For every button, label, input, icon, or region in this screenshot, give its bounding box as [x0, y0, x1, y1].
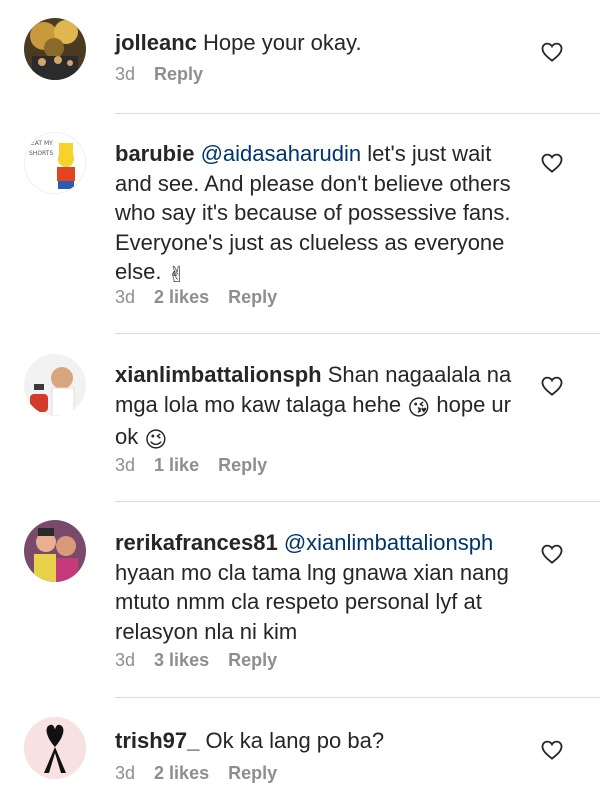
comment-meta: 3d Reply: [115, 64, 217, 85]
comment-text: barubie @aidasaharudin let's just wait a…: [115, 139, 520, 290]
victory-hand-emoji: ✌: [167, 262, 187, 287]
like-heart-icon[interactable]: [541, 740, 563, 760]
comment-username[interactable]: xianlimbattalionsph: [115, 362, 322, 387]
divider: [115, 333, 600, 334]
kiss-emoji: 😘: [407, 394, 431, 420]
like-heart-icon[interactable]: [541, 544, 563, 564]
comment-time: 3d: [115, 650, 136, 670]
cartoon-avatar-icon: EAT MY SHORTS: [25, 133, 85, 193]
reply-button[interactable]: Reply: [218, 455, 267, 475]
comment-username[interactable]: trish97_: [115, 728, 199, 753]
comment-text: rerikafrances81 @xianlimbattalionsph hya…: [115, 528, 520, 646]
like-heart-icon[interactable]: [541, 42, 563, 62]
comment-time: 3d: [115, 64, 136, 84]
like-heart-icon[interactable]: [541, 376, 563, 396]
comment-time: 3d: [115, 455, 136, 475]
svg-text:SHORTS: SHORTS: [29, 150, 53, 157]
avatar[interactable]: EAT MY SHORTS: [24, 132, 86, 194]
comment-meta: 3d 3 likes Reply: [115, 650, 291, 671]
comment-text: jolleanc Hope your okay.: [115, 28, 520, 58]
avatar[interactable]: [24, 18, 86, 80]
reply-button[interactable]: Reply: [154, 64, 203, 84]
comment-text: xianlimbattalionsph Shan nagaalala na mg…: [115, 360, 520, 455]
likes-count[interactable]: 1 like: [154, 455, 199, 475]
reply-button[interactable]: Reply: [228, 763, 277, 783]
divider: [115, 113, 600, 114]
comment-username[interactable]: jolleanc: [115, 30, 197, 55]
comment-text: trish97_ Ok ka lang po ba?: [115, 726, 520, 756]
comment-meta: 3d 2 likes Reply: [115, 287, 291, 308]
avatar[interactable]: [24, 717, 86, 779]
comment-body: Ok ka lang po ba?: [205, 728, 385, 753]
likes-count[interactable]: 2 likes: [154, 287, 209, 307]
likes-count[interactable]: 3 likes: [154, 650, 209, 670]
reply-button[interactable]: Reply: [228, 650, 277, 670]
divider: [115, 501, 600, 502]
reply-button[interactable]: Reply: [228, 287, 277, 307]
svg-text:EAT MY: EAT MY: [31, 140, 53, 147]
comment-mention[interactable]: @aidasaharudin: [201, 141, 362, 166]
comment-body: Hope your okay.: [203, 30, 362, 55]
like-heart-icon[interactable]: [541, 153, 563, 173]
comment-meta: 3d 1 like Reply: [115, 455, 281, 476]
comment-meta: 3d 2 likes Reply: [115, 763, 291, 784]
avatar[interactable]: [24, 354, 86, 416]
ribbon-avatar-icon: [24, 717, 86, 779]
comment-username[interactable]: barubie: [115, 141, 194, 166]
avatar[interactable]: [24, 520, 86, 582]
comment-mention[interactable]: @xianlimbattalionsph: [284, 530, 493, 555]
likes-count[interactable]: 2 likes: [154, 763, 209, 783]
comments-feed: jolleanc Hope your okay. 3d Reply EAT MY…: [0, 0, 600, 794]
comment-body: hyaan mo cla tama lng gnawa xian nang mt…: [115, 559, 509, 644]
comment-time: 3d: [115, 763, 136, 783]
comment-time: 3d: [115, 287, 136, 307]
comment-username[interactable]: rerikafrances81: [115, 530, 278, 555]
divider: [115, 697, 600, 698]
wink-emoji: 😉: [144, 427, 168, 452]
